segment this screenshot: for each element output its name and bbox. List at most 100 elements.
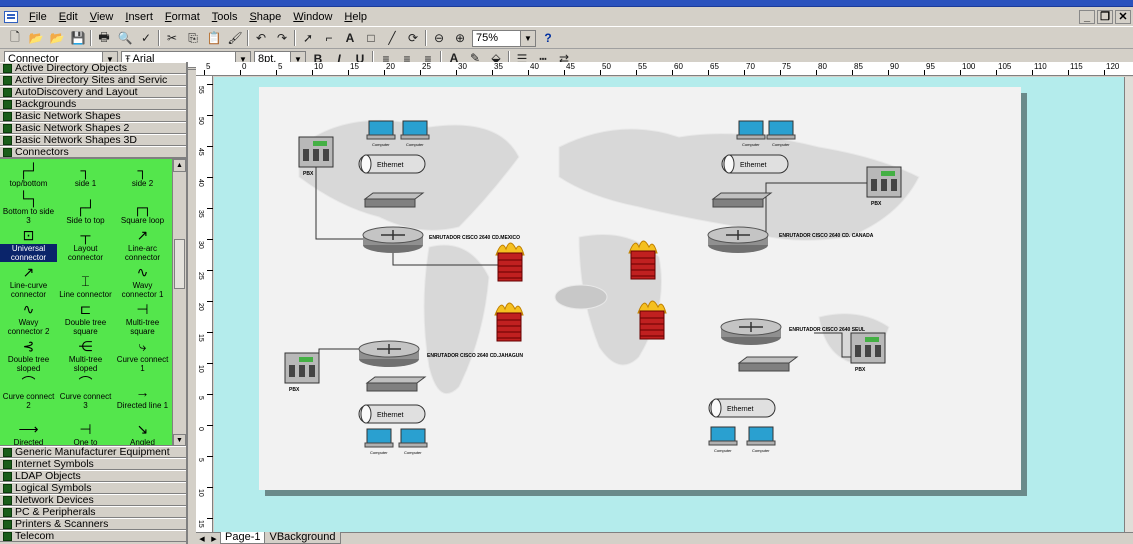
- monitor-screen[interactable]: [366, 428, 392, 444]
- chevron-down-icon[interactable]: ▼: [173, 434, 186, 445]
- palette-item[interactable]: ⤷ Curve connect 1: [114, 338, 171, 375]
- tab-page-1[interactable]: Page-1: [220, 532, 266, 544]
- ethernet-segment[interactable]: Ethernet: [358, 154, 426, 174]
- palette-item[interactable]: ⊰ Double tree sloped: [0, 338, 57, 375]
- computer[interactable]: Computer: [746, 426, 776, 453]
- firewall[interactable]: [628, 240, 658, 280]
- keyboard[interactable]: [398, 442, 428, 448]
- stencil-active-directory-objects[interactable]: Active Directory Objects: [0, 62, 186, 74]
- menu-help[interactable]: Help: [338, 8, 373, 26]
- keyboard[interactable]: [708, 440, 738, 446]
- menu-shape[interactable]: Shape: [243, 8, 287, 26]
- pbx-slot[interactable]: [881, 179, 887, 191]
- chevron-down-icon[interactable]: ▼: [520, 30, 535, 46]
- palette-item[interactable]: ⌒ Curve connect 2: [0, 375, 57, 412]
- switch[interactable]: [737, 356, 799, 372]
- ethernet-segment[interactable]: Ethernet: [708, 398, 776, 418]
- menu-window[interactable]: Window: [287, 8, 338, 26]
- brick-wall[interactable]: [496, 312, 522, 342]
- palette-item[interactable]: ⌶ Line connector: [57, 264, 114, 301]
- tab-vbackground[interactable]: VBackground: [264, 532, 341, 544]
- next-page-icon[interactable]: ▶: [208, 533, 220, 544]
- pbx-slot[interactable]: [303, 149, 309, 161]
- pbx-slot[interactable]: [855, 345, 861, 357]
- palette-item[interactable]: ┐ side 1: [57, 159, 114, 190]
- stencil-generic-manufacturer-equipment[interactable]: Generic Manufacturer Equipment: [0, 446, 186, 458]
- menu-insert[interactable]: Insert: [119, 8, 159, 26]
- pbx-display[interactable]: [865, 337, 879, 342]
- chevron-up-icon[interactable]: ▲: [173, 159, 186, 172]
- stencil-basic-network-shapes-2[interactable]: Basic Network Shapes 2: [0, 122, 186, 134]
- stencil-telecom[interactable]: Telecom: [0, 530, 186, 542]
- palette-item[interactable]: ⊣ One to: [57, 412, 114, 445]
- close-icon[interactable]: ✕: [1115, 9, 1131, 24]
- computer[interactable]: Computer: [708, 426, 738, 453]
- redo-icon[interactable]: ↷: [273, 30, 291, 47]
- menu-tools[interactable]: Tools: [206, 8, 244, 26]
- cut-icon[interactable]: ✂: [163, 30, 181, 47]
- keyboard[interactable]: [736, 134, 766, 140]
- switch-top[interactable]: [363, 192, 425, 200]
- computer[interactable]: Computer: [398, 428, 428, 455]
- palette-item[interactable]: ⋲ Multi-tree sloped: [57, 338, 114, 375]
- open-stencil-icon[interactable]: 📂: [48, 30, 66, 47]
- text-tool-icon[interactable]: A: [341, 30, 359, 47]
- pbx-slot[interactable]: [875, 345, 881, 357]
- palette-item[interactable]: ∿ Wavy connector 2: [0, 301, 57, 338]
- connector-tool-icon[interactable]: ⌐: [320, 30, 338, 47]
- pointer-tool-icon[interactable]: ➚: [299, 30, 317, 47]
- switch-front[interactable]: [738, 362, 790, 372]
- line-tool-icon[interactable]: ╱: [383, 30, 401, 47]
- switch-front[interactable]: [366, 382, 418, 392]
- format-painter-icon[interactable]: 🖌: [226, 30, 244, 47]
- palette-scrollbar[interactable]: ▲ ▼: [172, 159, 186, 445]
- zoom-in-icon[interactable]: ⊕: [451, 30, 469, 47]
- rotate-tool-icon[interactable]: ⟳: [404, 30, 422, 47]
- menu-edit[interactable]: Edit: [53, 8, 84, 26]
- minimize-icon[interactable]: _: [1079, 9, 1095, 24]
- stencil-autodiscovery-and-layout[interactable]: AutoDiscovery and Layout: [0, 86, 186, 98]
- zoom-select[interactable]: 75% ▼: [472, 29, 536, 47]
- pbx-slot[interactable]: [289, 365, 295, 377]
- palette-item[interactable]: ┌┐ Square loop: [114, 190, 171, 227]
- menu-view[interactable]: View: [84, 8, 120, 26]
- palette-item[interactable]: ↗ Line-arc connector: [114, 227, 171, 264]
- firewall[interactable]: [495, 242, 525, 282]
- stencil-ldap-objects[interactable]: LDAP Objects: [0, 470, 186, 482]
- firewall[interactable]: [494, 302, 524, 342]
- print-preview-icon[interactable]: 🔍: [116, 30, 134, 47]
- copy-icon[interactable]: ⎘: [184, 30, 202, 47]
- firewall[interactable]: [637, 300, 667, 340]
- ethernet-end[interactable]: [360, 404, 372, 424]
- spelling-icon[interactable]: ✓: [137, 30, 155, 47]
- switch-top[interactable]: [711, 192, 773, 200]
- rectangle-tool-icon[interactable]: □: [362, 30, 380, 47]
- pbx-slot[interactable]: [313, 149, 319, 161]
- pbx-display[interactable]: [881, 171, 895, 176]
- pbx-slot[interactable]: [891, 179, 897, 191]
- keyboard[interactable]: [746, 440, 776, 446]
- restore-icon[interactable]: ❐: [1097, 9, 1113, 24]
- open-icon[interactable]: 📂: [27, 30, 45, 47]
- keyboard[interactable]: [364, 442, 394, 448]
- pbx-slot[interactable]: [865, 345, 871, 357]
- stencil-network-devices[interactable]: Network Devices: [0, 494, 186, 506]
- drawing-canvas[interactable]: Computer Computer Ethernet ENRUTADOR CISCO …: [214, 77, 1124, 532]
- drawing-page[interactable]: Computer Computer Ethernet ENRUTADOR CISCO …: [259, 87, 1021, 490]
- zoom-out-icon[interactable]: ⊖: [430, 30, 448, 47]
- ethernet-end[interactable]: [723, 154, 735, 174]
- first-page-icon[interactable]: ◀: [196, 533, 208, 544]
- pbx-display[interactable]: [313, 141, 327, 146]
- stencil-basic-network-shapes[interactable]: Basic Network Shapes: [0, 110, 186, 122]
- palette-item[interactable]: ┌┘ Side to top: [57, 190, 114, 227]
- monitor-screen[interactable]: [400, 428, 426, 444]
- brick-wall[interactable]: [497, 252, 523, 282]
- keyboard[interactable]: [400, 134, 430, 140]
- palette-item[interactable]: ↘ Angled: [114, 412, 171, 445]
- palette-item[interactable]: ⊣ Multi-tree square: [114, 301, 171, 338]
- switch-top[interactable]: [365, 376, 427, 384]
- palette-item[interactable]: ↗ Line-curve connector: [0, 264, 57, 301]
- stencil-pc-peripherals[interactable]: PC & Peripherals: [0, 506, 186, 518]
- palette-item[interactable]: ⟶ Directed: [0, 412, 57, 445]
- stencil-internet-symbols[interactable]: Internet Symbols: [0, 458, 186, 470]
